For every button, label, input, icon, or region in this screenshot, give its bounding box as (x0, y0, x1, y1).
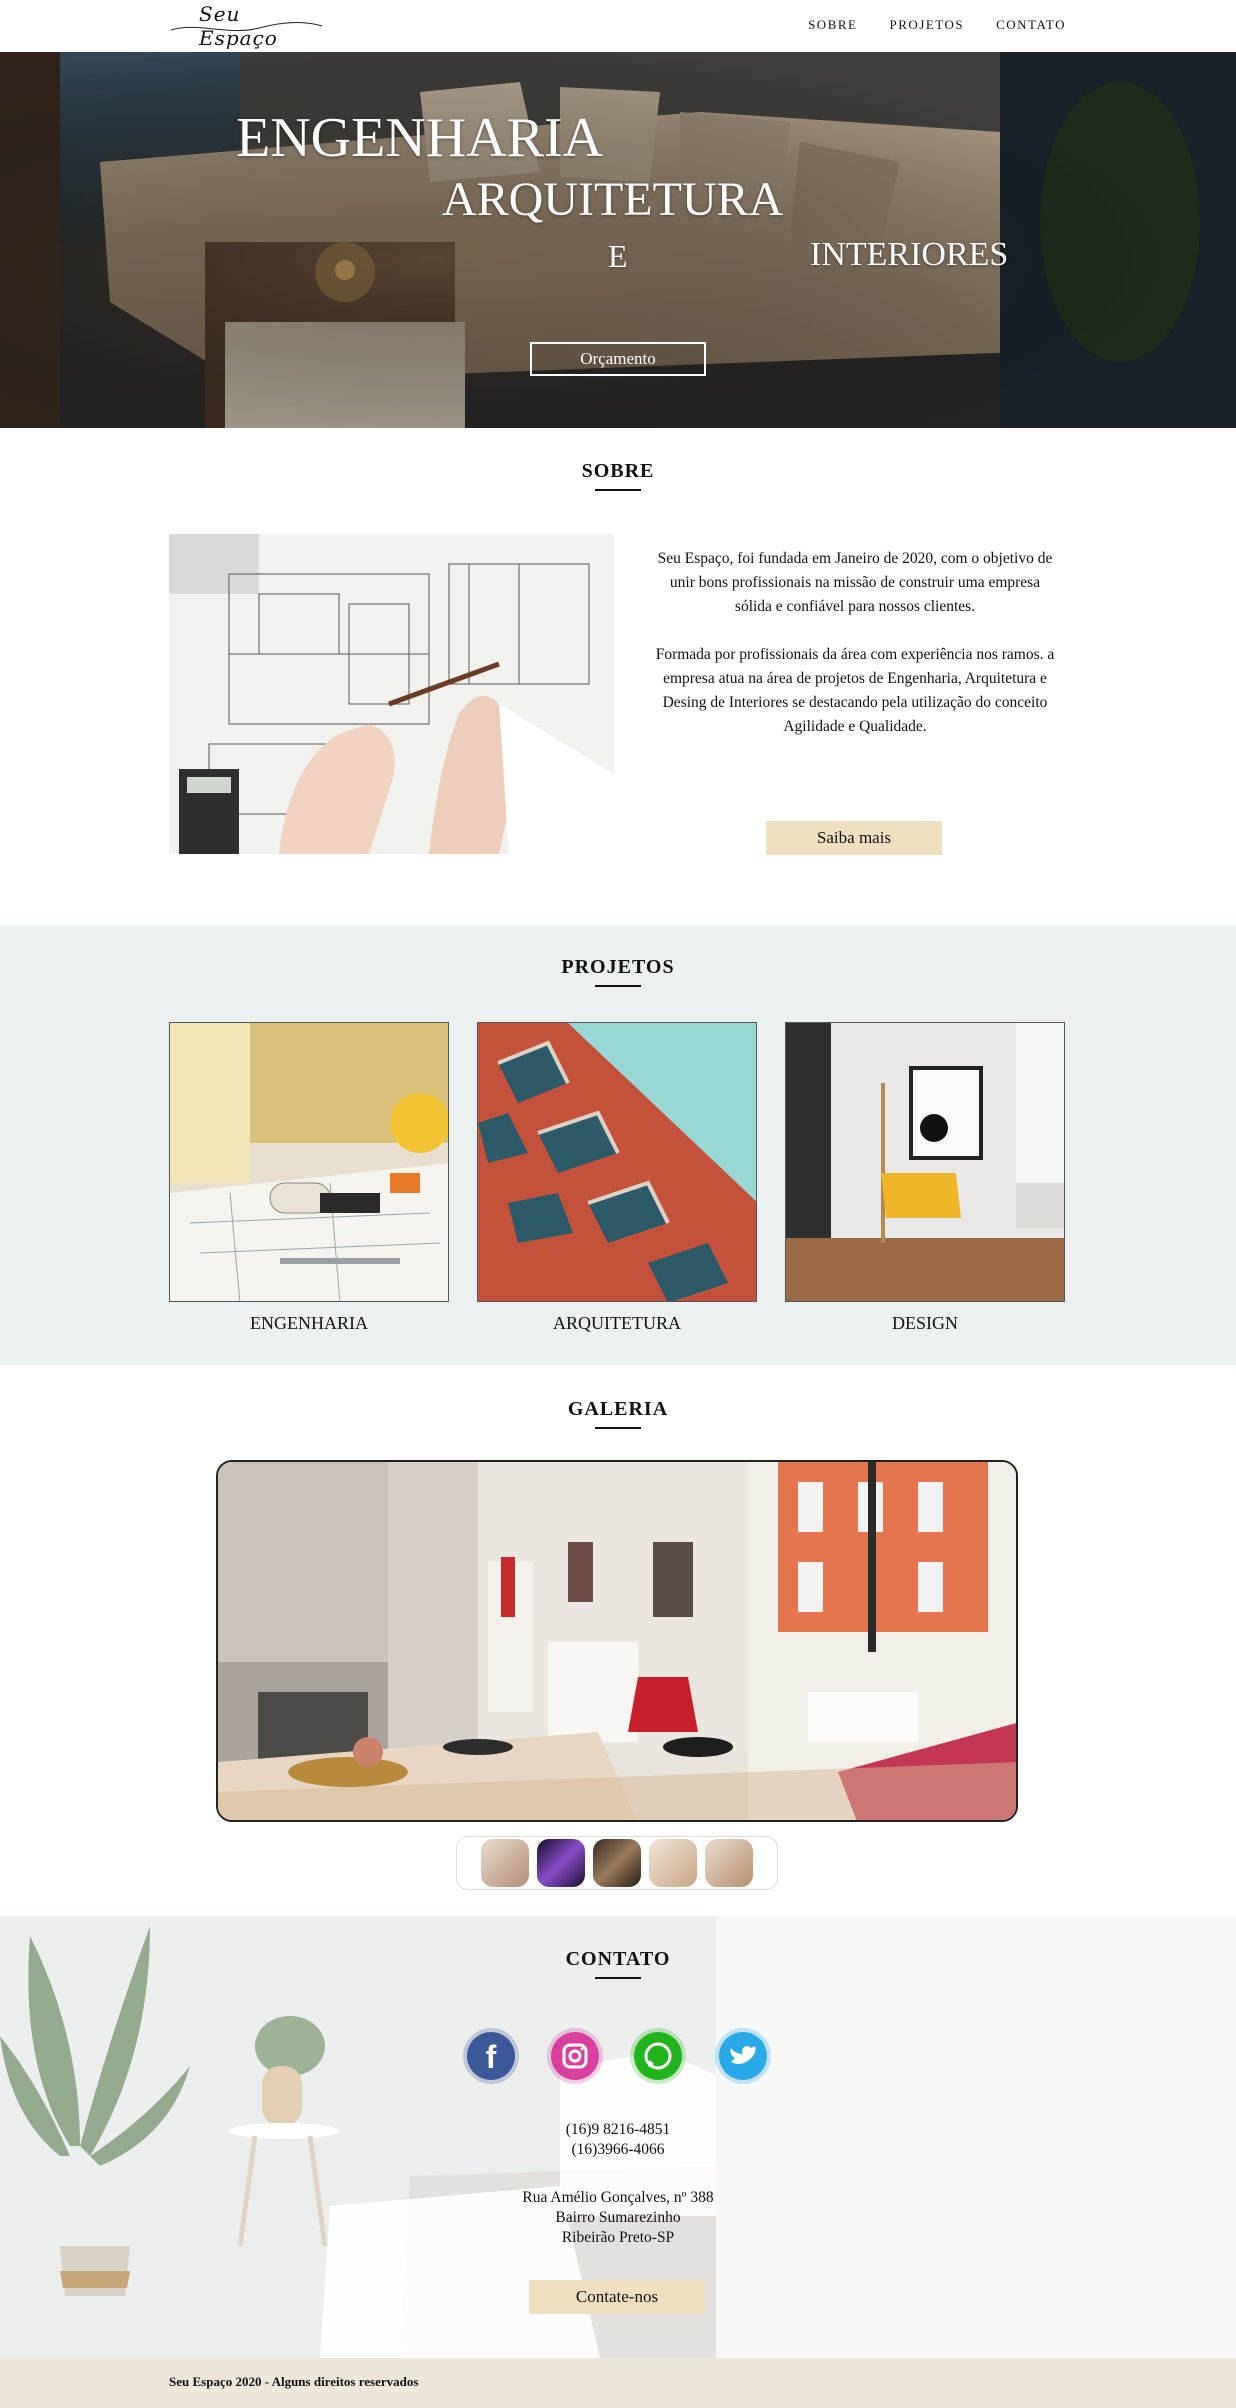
hero-title-interiores: INTERIORES (810, 236, 1009, 273)
sobre-blueprint-image (169, 534, 614, 854)
projetos-title: PROJETOS (468, 956, 768, 987)
project-label-engenharia: ENGENHARIA (250, 1313, 368, 1333)
address-block: Rua Amélio Gonçalves, nº 388 Bairro Suma… (468, 2188, 768, 2248)
instagram-icon[interactable] (545, 2026, 605, 2086)
gallery-thumb-5[interactable] (705, 1839, 753, 1887)
contact-us-button[interactable]: Contate-nos (529, 2280, 705, 2314)
galeria-title: GALERIA (468, 1398, 768, 1429)
sobre-description: Seu Espaço, foi fundada em Janeiro de 20… (650, 547, 1060, 739)
sobre-paragraph-1: Seu Espaço, foi fundada em Janeiro de 20… (657, 550, 1053, 615)
contato-title: CONTATO (468, 1948, 768, 1979)
hero-title-arquitetura: ARQUITETURA (442, 173, 784, 226)
project-card-engenharia[interactable] (169, 1022, 449, 1302)
hero-title-engenharia: ENGENHARIA (236, 107, 604, 169)
sobre-paragraph-2: Formada por profissionais da área com ex… (655, 646, 1055, 735)
address-neighborhood: Bairro Sumarezinho (555, 2209, 681, 2226)
hero-title-e: E (608, 238, 628, 274)
sobre-title: SOBRE (468, 460, 768, 491)
project-label-design: DESIGN (892, 1313, 958, 1333)
budget-button[interactable]: Orçamento (530, 342, 706, 376)
phone-block: (16)9 8216-4851 (16)3966-4066 (468, 2120, 768, 2160)
top-navbar: Seu Espaço SOBRE PROJETOS CONTATO (0, 0, 1236, 52)
logo[interactable]: Seu Espaço (169, 2, 324, 50)
phone-2: (16)3966-4066 (571, 2141, 665, 2158)
nav-link-contato[interactable]: CONTATO (996, 17, 1066, 33)
nav-link-sobre[interactable]: SOBRE (808, 17, 857, 33)
address-street: Rua Amélio Gonçalves, nº 388 (522, 2189, 714, 2206)
project-card-arquitetura[interactable] (477, 1022, 757, 1302)
learn-more-button[interactable]: Saiba mais (766, 821, 942, 855)
gallery-main-image[interactable] (216, 1460, 1018, 1822)
svg-text:f: f (486, 2039, 497, 2075)
project-label-arquitetura: ARQUITETURA (553, 1313, 681, 1333)
phone-1: (16)9 8216-4851 (565, 2121, 671, 2138)
gallery-thumb-2[interactable] (537, 1839, 585, 1887)
gallery-thumbnails (456, 1836, 778, 1890)
footer-copyright: Seu Espaço 2020 - Alguns direitos reserv… (169, 2374, 419, 2389)
twitter-icon[interactable] (713, 2026, 773, 2086)
facebook-icon[interactable]: f (461, 2026, 521, 2086)
gallery-thumb-1[interactable] (481, 1839, 529, 1887)
nav-link-projetos[interactable]: PROJETOS (889, 17, 964, 33)
gallery-thumb-3[interactable] (593, 1839, 641, 1887)
whatsapp-icon[interactable] (628, 2026, 688, 2086)
footer: Seu Espaço 2020 - Alguns direitos reserv… (0, 2358, 1236, 2408)
address-city: Ribeirão Preto-SP (561, 2229, 675, 2246)
project-card-design[interactable] (785, 1022, 1065, 1302)
logo-text: Seu Espaço (199, 2, 278, 50)
nav-links: SOBRE PROJETOS CONTATO (808, 17, 1066, 33)
hero-banner: ENGENHARIA ARQUITETURA E INTERIORES Orça… (0, 52, 1236, 428)
gallery-thumb-4[interactable] (649, 1839, 697, 1887)
